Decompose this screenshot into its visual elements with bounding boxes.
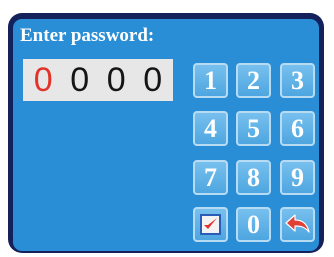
keypad-panel: [13, 19, 319, 251]
password-digit-1: 0: [33, 61, 53, 99]
key-4-button[interactable]: 4: [193, 111, 228, 146]
key-7-button[interactable]: 7: [193, 160, 228, 195]
back-arrow-icon: [285, 214, 310, 233]
confirm-button[interactable]: [193, 207, 228, 242]
back-button[interactable]: [280, 207, 315, 242]
key-3-button[interactable]: 3: [280, 63, 315, 98]
prompt-title: Enter password:: [20, 25, 155, 46]
key-8-button[interactable]: 8: [236, 160, 271, 195]
password-digit-2: 0: [70, 61, 90, 99]
password-digit-4: 0: [143, 61, 163, 99]
password-digit-3: 0: [106, 61, 126, 99]
key-9-button[interactable]: 9: [280, 160, 315, 195]
key-1-button[interactable]: 1: [193, 63, 228, 98]
password-display: 0 0 0 0: [23, 59, 173, 101]
checkmark-icon: [200, 214, 221, 235]
key-5-button[interactable]: 5: [236, 111, 271, 146]
key-2-button[interactable]: 2: [236, 63, 271, 98]
key-0-button[interactable]: 0: [236, 207, 271, 242]
key-6-button[interactable]: 6: [280, 111, 315, 146]
